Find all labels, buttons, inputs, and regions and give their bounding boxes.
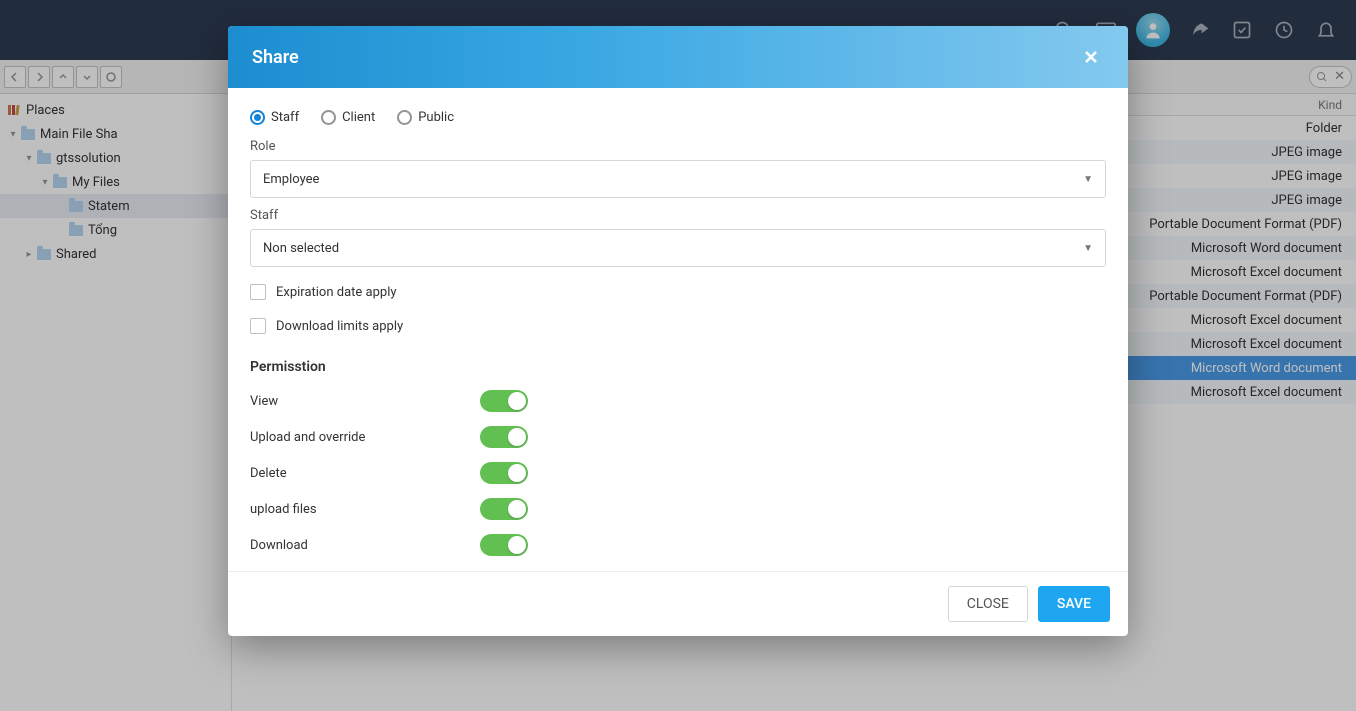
perm-toggle[interactable] xyxy=(480,498,528,520)
perm-toggle[interactable] xyxy=(480,426,528,448)
perm-delete: Delete xyxy=(250,455,1106,491)
modal-title: Share xyxy=(252,47,299,68)
radio-client[interactable]: Client xyxy=(321,110,375,125)
perm-view: View xyxy=(250,383,1106,419)
perm-toggle[interactable] xyxy=(480,390,528,412)
perm-label: Upload and override xyxy=(250,430,480,445)
radio-label: Staff xyxy=(271,110,299,125)
perm-download: Download xyxy=(250,527,1106,563)
perm-override: Upload and override xyxy=(250,419,1106,455)
save-button[interactable]: SAVE xyxy=(1038,586,1110,622)
role-value: Employee xyxy=(263,172,319,187)
radio-icon xyxy=(250,110,265,125)
share-modal: Share Staff Client Public Role Employee ▼ … xyxy=(228,26,1128,636)
checkbox-icon xyxy=(250,284,266,300)
permissions-heading: Permisstion xyxy=(250,359,1106,375)
chevron-down-icon: ▼ xyxy=(1083,174,1093,185)
staff-value: Non selected xyxy=(263,241,339,256)
radio-label: Client xyxy=(342,110,375,125)
radio-label: Public xyxy=(418,110,454,125)
check-expire[interactable]: Expiration date apply xyxy=(250,277,1106,307)
radio-icon xyxy=(397,110,412,125)
perm-toggle[interactable] xyxy=(480,534,528,556)
perm-label: View xyxy=(250,394,480,409)
role-label: Role xyxy=(250,139,1106,154)
staff-select[interactable]: Non selected ▼ xyxy=(250,229,1106,267)
perm-upload: upload files xyxy=(250,491,1106,527)
staff-label: Staff xyxy=(250,208,1106,223)
perm-label: Delete xyxy=(250,466,480,481)
radio-public[interactable]: Public xyxy=(397,110,454,125)
close-icon[interactable] xyxy=(1078,44,1104,70)
check-label: Expiration date apply xyxy=(276,285,397,300)
perm-label: Download xyxy=(250,538,480,553)
close-button[interactable]: CLOSE xyxy=(948,586,1028,622)
role-select[interactable]: Employee ▼ xyxy=(250,160,1106,198)
check-dlimit[interactable]: Download limits apply xyxy=(250,311,1106,341)
perm-toggle[interactable] xyxy=(480,462,528,484)
radio-icon xyxy=(321,110,336,125)
check-label: Download limits apply xyxy=(276,319,403,334)
checkbox-icon xyxy=(250,318,266,334)
chevron-down-icon: ▼ xyxy=(1083,243,1093,254)
perm-label: upload files xyxy=(250,502,480,517)
share-type-radios: Staff Client Public xyxy=(250,110,1106,125)
radio-staff[interactable]: Staff xyxy=(250,110,299,125)
modal-body: Staff Client Public Role Employee ▼ Staff … xyxy=(228,88,1128,571)
modal-footer: CLOSE SAVE xyxy=(228,571,1128,636)
modal-header: Share xyxy=(228,26,1128,88)
